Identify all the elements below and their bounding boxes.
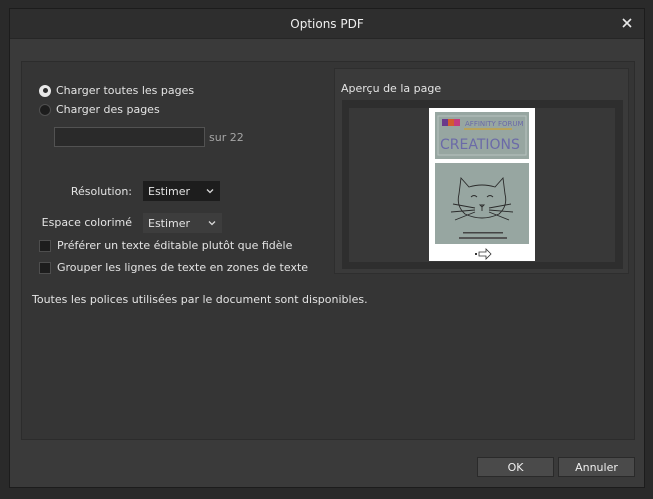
page-thumbnail: AFFINITY FORUM CREATIONS	[429, 108, 535, 261]
checkbox-group-lines[interactable]: Grouper les lignes de texte en zones de …	[39, 261, 308, 274]
fonts-status-text: Toutes les polices utilisées par le docu…	[32, 293, 368, 306]
arrow-right-icon	[475, 248, 492, 260]
close-icon[interactable]	[618, 14, 636, 32]
page-thumbnail-image: AFFINITY FORUM CREATIONS	[435, 112, 529, 260]
resolution-select[interactable]: Estimer	[143, 181, 220, 201]
checkbox-group-lines-label: Grouper les lignes de texte en zones de …	[57, 261, 309, 274]
radio-load-some-label: Charger des pages	[56, 103, 160, 116]
ok-button[interactable]: OK	[477, 457, 554, 477]
preview-box: AFFINITY FORUM CREATIONS	[342, 100, 623, 269]
radio-load-some[interactable]: Charger des pages	[39, 103, 160, 116]
page-range-input[interactable]	[54, 127, 205, 147]
import-options-panel: Charger toutes les pages Charger des pag…	[31, 68, 326, 276]
chevron-down-icon	[208, 221, 216, 226]
preview-title: Aperçu de la page	[341, 82, 442, 95]
checkbox-prefer-editable-label: Préférer un texte éditable plutôt que fi…	[57, 239, 293, 252]
cancel-button[interactable]: Annuler	[558, 457, 635, 477]
title-bar: Options PDF	[10, 9, 644, 39]
page-total-label: sur 22	[209, 131, 244, 144]
dialog-title: Options PDF	[290, 17, 364, 31]
thumbnail-banner-line2: CREATIONS	[440, 137, 520, 153]
radio-load-all-label: Charger toutes les pages	[56, 84, 195, 97]
radio-load-all[interactable]: Charger toutes les pages	[39, 84, 194, 97]
color-space-value: Estimer	[148, 216, 191, 230]
color-space-select[interactable]: Estimer	[143, 213, 222, 233]
chevron-down-icon	[206, 189, 214, 194]
resolution-label: Résolution:	[70, 185, 132, 198]
content-area: Charger toutes les pages Charger des pag…	[21, 61, 635, 440]
color-space-label: Espace colorimé	[41, 216, 132, 229]
radio-load-some-indicator[interactable]	[39, 103, 51, 116]
pdf-options-dialog: Options PDF Charger toutes les pages Cha…	[9, 8, 645, 488]
checkbox-prefer-editable[interactable]: Préférer un texte éditable plutôt que fi…	[39, 239, 292, 252]
preview-canvas: AFFINITY FORUM CREATIONS	[349, 108, 615, 262]
checkbox-prefer-editable-box[interactable]	[39, 239, 51, 252]
radio-load-all-indicator[interactable]	[39, 84, 51, 97]
resolution-value: Estimer	[148, 184, 191, 198]
page-preview-panel: Aperçu de la page AFFINITY FORUM CREATIO…	[334, 68, 629, 274]
checkbox-group-lines-box[interactable]	[39, 261, 51, 274]
thumbnail-banner-line1: AFFINITY FORUM	[465, 120, 524, 128]
